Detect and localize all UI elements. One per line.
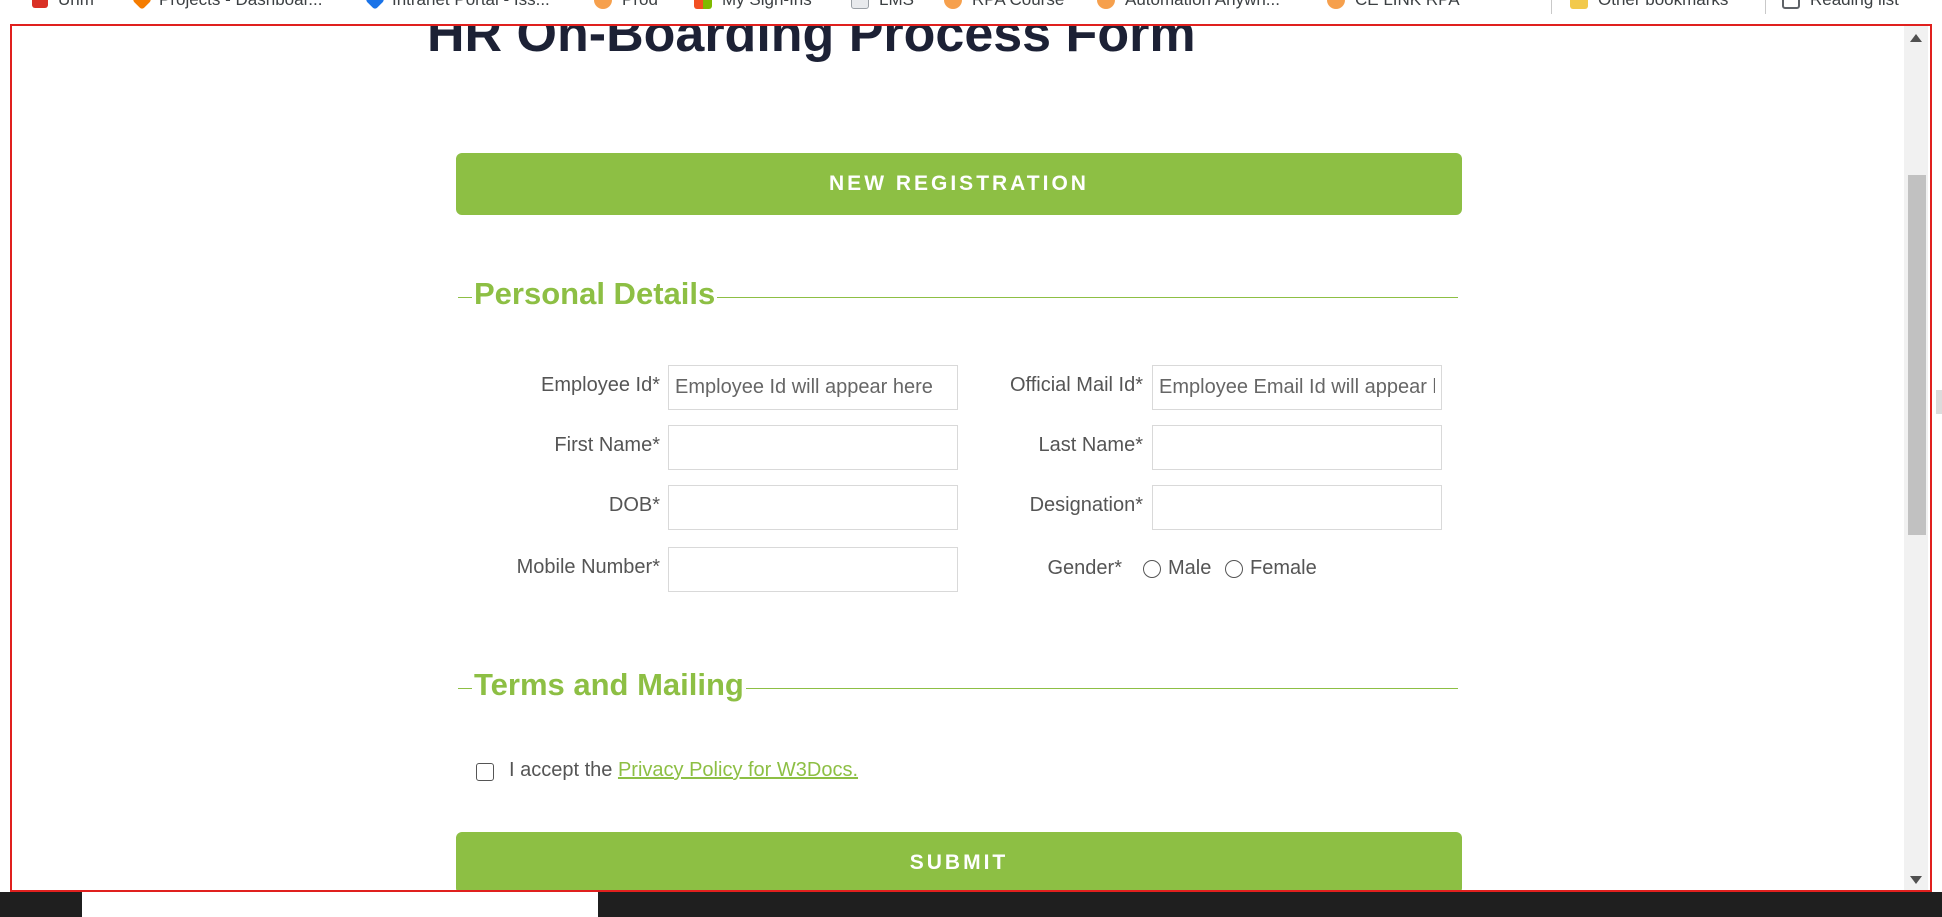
section-title: Personal Details (472, 276, 718, 312)
section-title: Terms and Mailing (472, 667, 746, 703)
personal-details-section: Personal Details (458, 276, 1458, 316)
folder-icon (1570, 0, 1588, 9)
bookmark-label: CE LINK RPA (1355, 0, 1460, 10)
dob-label: DOB* (608, 494, 660, 516)
bookmark-label: Other bookmarks (1598, 0, 1728, 10)
document-icon (851, 0, 869, 9)
gender-label: Gender* (1047, 557, 1123, 579)
submit-button[interactable]: SUBMIT (456, 832, 1462, 890)
bookmark-label: Prod (622, 0, 658, 10)
bookmark-label: LMS (879, 0, 914, 10)
bookmark-label: My Sign-Ins (722, 0, 812, 10)
bookmark-unm[interactable]: Unm (32, 0, 94, 10)
gender-female-radio[interactable] (1225, 560, 1243, 578)
gender-female-label: Female (1250, 557, 1317, 579)
automation-icon (944, 0, 962, 9)
gitlab-icon (132, 0, 152, 10)
bookmark-reading-list[interactable]: Reading list (1782, 0, 1899, 10)
bookmark-lms[interactable]: LMS (851, 0, 914, 10)
automation-icon (594, 0, 612, 9)
mobile-number-input[interactable] (668, 547, 958, 592)
chart-icon (32, 0, 48, 8)
official-mail-label: Official Mail Id* (1009, 374, 1143, 396)
accept-terms-label: I accept the (509, 759, 613, 781)
bookmark-ce-link-rpa[interactable]: CE LINK RPA (1327, 0, 1460, 10)
scroll-thumb[interactable] (1908, 175, 1926, 535)
automation-icon (1097, 0, 1115, 9)
privacy-policy-link[interactable]: Privacy Policy for W3Docs. (618, 759, 858, 781)
designation-input[interactable] (1152, 485, 1442, 530)
bookmark-intranet[interactable]: Intranet Portal - Iss... (365, 0, 550, 10)
mobile-number-label: Mobile Number* (516, 556, 660, 578)
page-viewport: HR On-Boarding Process Form NEW REGISTRA… (10, 24, 1932, 892)
accept-terms-text: I accept the Privacy Policy for W3Docs. (509, 759, 858, 782)
gender-male-label: Male (1168, 557, 1212, 579)
last-name-input[interactable] (1152, 425, 1442, 470)
bookmark-separator (1765, 0, 1766, 14)
automation-icon (1327, 0, 1345, 9)
gender-male-radio[interactable] (1143, 560, 1161, 578)
first-name-input[interactable] (668, 425, 958, 470)
vertical-scrollbar[interactable] (1904, 26, 1928, 890)
scroll-up-arrow-icon[interactable] (1910, 34, 1922, 42)
scroll-down-arrow-icon[interactable] (1910, 876, 1922, 884)
designation-label: Designation* (1029, 494, 1143, 516)
jira-icon (365, 0, 385, 10)
bookmark-projects[interactable]: Projects - Dashboar... (132, 0, 322, 10)
last-name-label: Last Name* (1038, 434, 1144, 456)
bookmark-label: Automation Anywh... (1125, 0, 1280, 10)
bookmark-label: Intranet Portal - Iss... (392, 0, 550, 10)
bookmark-label: Projects - Dashboar... (159, 0, 322, 10)
new-registration-button[interactable]: NEW REGISTRATION (456, 153, 1462, 215)
bookmark-label: Unm (58, 0, 94, 10)
employee-id-input[interactable] (668, 365, 958, 410)
bookmark-separator (1551, 0, 1552, 14)
bookmark-other[interactable]: Other bookmarks (1570, 0, 1728, 10)
employee-id-label: Employee Id* (541, 374, 660, 396)
edge-tab (1936, 390, 1942, 414)
page-title: HR On-Boarding Process Form (427, 24, 1196, 63)
microsoft-icon (694, 0, 712, 9)
bookmark-rpa-course[interactable]: RPA Course (944, 0, 1064, 10)
bookmark-my-sign-ins[interactable]: My Sign-Ins (694, 0, 812, 10)
taskbar-window (82, 892, 598, 917)
bookmark-label: RPA Course (972, 0, 1064, 10)
official-mail-input[interactable] (1152, 365, 1442, 410)
bookmark-prod[interactable]: Prod (594, 0, 658, 10)
accept-terms-checkbox[interactable] (476, 763, 494, 781)
bookmark-label: Reading list (1810, 0, 1899, 10)
terms-mailing-section: Terms and Mailing (458, 667, 1458, 707)
bookmark-automation-anywhere[interactable]: Automation Anywh... (1097, 0, 1280, 10)
bookmarks-bar: Unm Projects - Dashboar... Intranet Port… (0, 0, 1942, 22)
first-name-label: First Name* (554, 434, 660, 456)
reading-list-icon (1782, 0, 1800, 9)
dob-input[interactable] (668, 485, 958, 530)
